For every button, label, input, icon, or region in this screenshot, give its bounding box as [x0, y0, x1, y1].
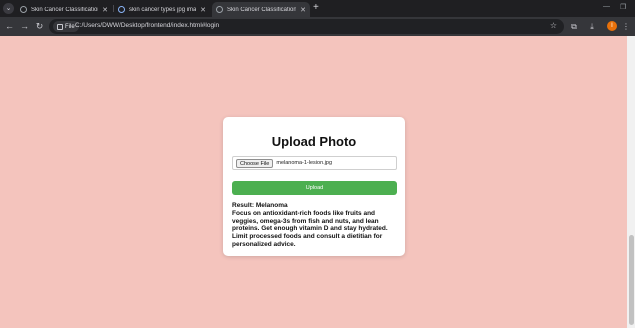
scrollbar-thumb[interactable]: [629, 235, 634, 325]
result-title: Result: Melanoma: [232, 202, 288, 209]
new-tab-icon[interactable]: +: [313, 2, 319, 14]
google-icon: [118, 6, 125, 13]
result-advice: Focus on antioxidant-rich foods like fru…: [232, 209, 388, 248]
upload-button[interactable]: Upload: [232, 181, 397, 195]
upload-card: Upload Photo Choose File melanoma-1-lesi…: [223, 117, 405, 256]
close-icon[interactable]: ✕: [102, 6, 108, 14]
tab-skin-cancer-active[interactable]: Skin Cancer Classification ✕: [212, 2, 310, 17]
tab-skin-cancer-1[interactable]: Skin Cancer Classification ✕: [16, 2, 112, 17]
browser-toolbar: ← → ↻ File C:/Users/DWW/Desktop/frontend…: [0, 17, 635, 36]
page-icon: [216, 6, 223, 13]
selected-file-name: melanoma-1-lesion.jpg: [276, 160, 332, 166]
card-title: Upload Photo: [271, 134, 357, 149]
bookmark-star-icon[interactable]: ☆: [550, 21, 557, 30]
tab-title: Skin Cancer Classification: [227, 6, 297, 13]
url-text: C:/Users/DWW/Desktop/frontend/index.html…: [75, 22, 220, 29]
choose-file-button[interactable]: Choose File: [236, 158, 274, 168]
extensions-icon[interactable]: ⧉: [568, 20, 580, 33]
menu-icon[interactable]: ⋮: [620, 20, 632, 33]
file-icon: [57, 23, 63, 30]
forward-icon[interactable]: →: [18, 20, 31, 33]
page-icon: [20, 6, 27, 13]
tab-google-search[interactable]: skin cancer types jpg images - ... ✕: [114, 2, 210, 17]
reload-icon[interactable]: ↻: [33, 20, 46, 33]
site-label: File: [65, 23, 75, 30]
profile-avatar[interactable]: I: [607, 21, 617, 31]
minimize-icon[interactable]: —: [603, 3, 610, 10]
back-icon[interactable]: ←: [3, 20, 16, 33]
tab-search-icon[interactable]: ⌄: [3, 3, 14, 14]
restore-icon[interactable]: ❐: [620, 3, 626, 11]
tab-title: skin cancer types jpg images - ...: [129, 6, 197, 13]
address-bar[interactable]: File C:/Users/DWW/Desktop/frontend/index…: [49, 19, 564, 34]
close-icon[interactable]: ✕: [200, 6, 206, 14]
result-section: Result: Melanoma Focus on antioxidant-ri…: [232, 202, 400, 249]
tab-title: Skin Cancer Classification: [31, 6, 99, 13]
tab-strip: ⌄ Skin Cancer Classification ✕ skin canc…: [0, 0, 635, 17]
close-icon[interactable]: ✕: [300, 6, 306, 14]
download-icon[interactable]: ⤓: [586, 20, 598, 33]
file-input[interactable]: Choose File melanoma-1-lesion.jpg: [232, 156, 397, 170]
